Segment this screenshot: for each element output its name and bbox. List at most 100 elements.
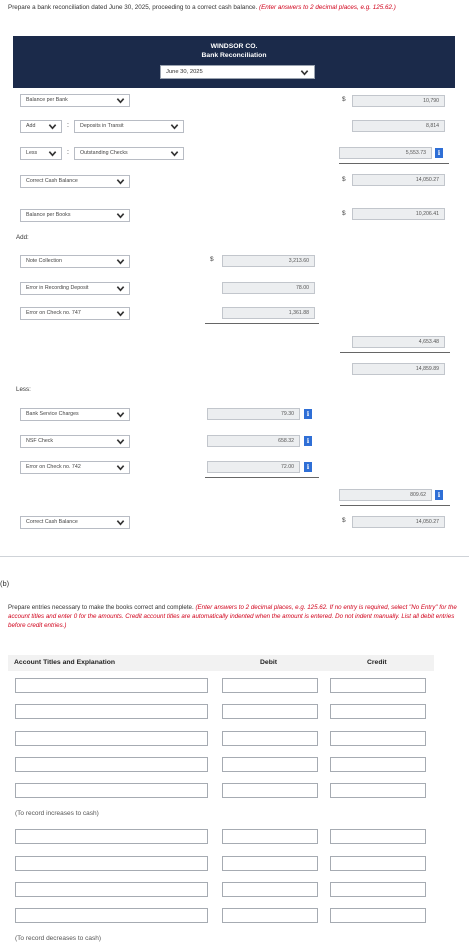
debit-input[interactable] [222,704,318,719]
select-label: Correct Cash Balance [26,519,78,525]
select-label: Balance per Bank [26,97,68,103]
credit-input[interactable] [330,829,426,844]
col-account-titles: Account Titles and Explanation [14,659,116,666]
dollar-sign: $ [210,256,214,263]
company-name: WINDSOR CO. [210,43,258,50]
amount-deposits-in-transit[interactable]: 8,814 [352,120,445,132]
part-b-instructions: Prepare entries necessary to make the bo… [8,603,460,630]
select-error-check-742[interactable]: Error on Check no. 742 [20,461,130,474]
select-deposits-in-transit[interactable]: Deposits in Transit [74,120,184,133]
chevron-down-icon [300,68,309,77]
chevron-down-icon [116,284,125,293]
select-correct-cash-balance-books[interactable]: Correct Cash Balance [20,516,130,529]
select-label: Error on Check no. 742 [26,464,81,470]
debit-input[interactable] [222,731,318,746]
account-title-input[interactable] [15,678,208,693]
amount-subtotal[interactable]: 14,859.89 [352,363,445,375]
account-title-input[interactable] [15,882,208,897]
debit-input[interactable] [222,908,318,923]
select-bank-service-charges[interactable]: Bank Service Charges [20,408,130,421]
dollar-sign: $ [342,96,346,103]
credit-input[interactable] [330,757,426,772]
select-label: Error in Recording Deposit [26,285,89,291]
select-label: Error on Check no. 747 [26,310,81,316]
amount-bank-balance[interactable]: 10,790 [352,95,445,107]
select-label: Correct Cash Balance [26,178,78,184]
select-balance-per-bank[interactable]: Balance per Bank [20,94,130,107]
reconciliation-header: WINDSOR CO. Bank Reconciliation June 30,… [13,36,455,88]
instructions-hint: (Enter answers to 2 decimal places, e.g.… [259,4,396,11]
chevron-down-icon [116,309,125,318]
debit-input[interactable] [222,882,318,897]
debit-input[interactable] [222,829,318,844]
select-error-recording-deposit[interactable]: Error in Recording Deposit [20,282,130,295]
select-note-collection[interactable]: Note Collection [20,255,130,268]
chevron-down-icon [116,410,125,419]
select-label: Add [26,123,36,129]
subtotal-rule [205,323,319,324]
select-correct-cash-balance[interactable]: Correct Cash Balance [20,175,130,188]
info-icon[interactable]: i [304,409,312,419]
amount-nsf-check[interactable]: 658.32 [207,435,300,447]
amount-correct-books-balance[interactable]: 14,050.27 [352,516,445,528]
credit-input[interactable] [330,678,426,693]
colon: : [67,149,69,156]
colon: : [67,122,69,129]
col-debit: Debit [260,659,277,666]
account-title-input[interactable] [15,829,208,844]
select-error-check-747[interactable]: Error on Check no. 747 [20,307,130,320]
account-title-input[interactable] [15,908,208,923]
info-icon[interactable]: i [304,462,312,472]
select-label: Less [26,150,38,156]
select-label: Deposits in Transit [80,123,124,129]
select-label: Outstanding Checks [80,150,128,156]
less-heading: Less: [16,386,31,393]
journal-table-header: Account Titles and Explanation Debit Cre… [8,655,434,671]
amount-less-total[interactable]: 809.62 [339,489,432,501]
date-select-value: June 30, 2025 [166,69,203,75]
col-credit: Credit [367,659,387,666]
date-select[interactable]: June 30, 2025 [160,65,315,79]
account-title-input[interactable] [15,757,208,772]
credit-input[interactable] [330,908,426,923]
amount-error-747[interactable]: 1,361.88 [222,307,315,319]
select-less-operator[interactable]: Less [20,147,62,160]
amount-books-balance[interactable]: 10,206.41 [352,208,445,220]
debit-input[interactable] [222,678,318,693]
amount-error-deposit[interactable]: 78.00 [222,282,315,294]
total-rule [340,505,450,506]
amount-service-charges[interactable]: 79.30 [207,408,300,420]
select-balance-per-books[interactable]: Balance per Books [20,209,130,222]
account-title-input[interactable] [15,783,208,798]
section-divider [0,556,469,557]
select-outstanding-checks[interactable]: Outstanding Checks [74,147,184,160]
credit-input[interactable] [330,856,426,871]
instructions-text: Prepare a bank reconciliation dated June… [8,4,258,11]
amount-error-742[interactable]: 72.00 [207,461,300,473]
amount-add-total[interactable]: 4,653.48 [352,336,445,348]
credit-input[interactable] [330,731,426,746]
amount-note-collection[interactable]: 3,213.60 [222,255,315,267]
account-title-input[interactable] [15,856,208,871]
amount-outstanding-checks[interactable]: 5,553.73 [339,147,432,159]
debit-input[interactable] [222,783,318,798]
statement-title: Bank Reconciliation [201,52,267,59]
info-icon[interactable]: i [435,490,443,500]
info-icon[interactable]: i [304,436,312,446]
amount-correct-bank-balance[interactable]: 14,050.27 [352,174,445,186]
credit-input[interactable] [330,783,426,798]
dollar-sign: $ [342,176,346,183]
select-label: Balance per Books [26,212,71,218]
select-add-operator[interactable]: Add [20,120,62,133]
debit-input[interactable] [222,757,318,772]
dollar-sign: $ [342,210,346,217]
credit-input[interactable] [330,882,426,897]
credit-input[interactable] [330,704,426,719]
chevron-down-icon [170,122,179,131]
account-title-input[interactable] [15,731,208,746]
debit-input[interactable] [222,856,318,871]
dollar-sign: $ [342,517,346,524]
account-title-input[interactable] [15,704,208,719]
info-icon[interactable]: i [435,148,443,158]
select-nsf-check[interactable]: NSF Check [20,435,130,448]
